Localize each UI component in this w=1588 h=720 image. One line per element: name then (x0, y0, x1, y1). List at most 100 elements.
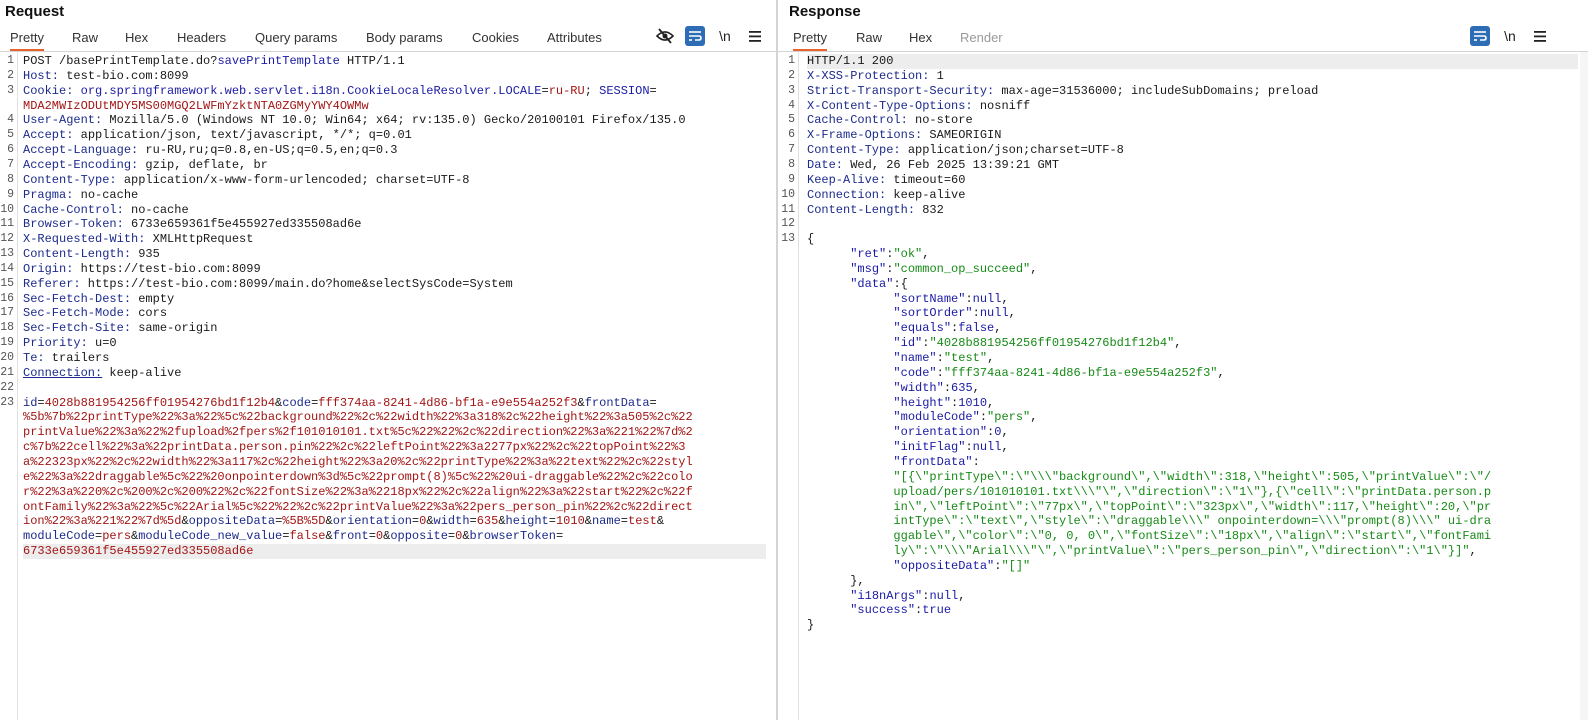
line-number: 18 (0, 321, 14, 335)
newline-toggle[interactable]: \n (1500, 26, 1520, 46)
tab-pretty[interactable]: Pretty (793, 27, 827, 51)
code-token: ly\":\"\\\"Arial\\\"\",\"printValue\":\"… (893, 544, 1470, 559)
tab-raw[interactable]: Raw (72, 27, 98, 49)
header-line-wrap: MDA2MWIzODUtMDY5MS00MGQ2LWFmYzktNTA0ZGMy… (23, 99, 766, 114)
code-token: , (1030, 410, 1038, 425)
header-line: Accept: application/json, text/javascrip… (23, 128, 766, 143)
code-token: cors (131, 306, 168, 321)
code-token: 635 (951, 380, 973, 395)
code-token: in\",\"leftPoint\":\"77px\",\"topPoint\"… (893, 499, 1492, 514)
line-number: 16 (0, 291, 14, 305)
code-token: }, (850, 573, 865, 588)
body-line: a%22323px%22%2c%22width%22%3a117%2c%22he… (23, 455, 766, 470)
header-line: Sec-Fetch-Mode: cors (23, 306, 766, 321)
tab-attributes[interactable]: Attributes (547, 27, 602, 49)
code-token: org.springframework.web.servlet.i18n.Coo… (80, 83, 542, 98)
code-token: & (325, 514, 333, 529)
code-token: , (987, 395, 995, 410)
json-line: ly\":\"\\\"Arial\\\"\",\"printValue\":\"… (807, 544, 1578, 559)
code-token: "4028b881954256ff01954276bd1f12b4" (929, 336, 1175, 351)
response-editor[interactable]: HTTP/1.1 200 1 X-XSS-Protection: 1 2 Strict-… (778, 52, 1588, 720)
code-token: : (979, 410, 988, 425)
code-token: Accept-Language: (23, 143, 139, 158)
code-token: "fff374aa-8241-4d86-bf1a-e9e554a252f3" (943, 365, 1218, 380)
code-token: "initFlag" (893, 440, 966, 455)
code-token: opposite (390, 529, 448, 544)
code-token: ru-RU (548, 83, 585, 98)
tab-hex[interactable]: Hex (909, 27, 932, 49)
tab-cookies[interactable]: Cookies (472, 27, 519, 49)
code-token: X-Frame-Options: (807, 128, 923, 143)
line-number: 4 (788, 98, 795, 112)
code-token: r%22%3a%220%2c%200%2c%200%22%2c%22fontSi… (23, 484, 693, 499)
header-line: Host: test-bio.com:8099 (23, 69, 766, 84)
vertical-scrollbar[interactable] (1580, 52, 1588, 720)
code-token: no-cache (123, 202, 189, 217)
code-token: , (1001, 425, 1009, 440)
code-token: X-XSS-Protection: (807, 68, 930, 83)
tab-query-params[interactable]: Query params (255, 27, 337, 49)
code-token: , (958, 588, 966, 603)
code-token: = (620, 514, 628, 529)
code-token: null (972, 291, 1002, 306)
code-token: "msg" (850, 261, 887, 276)
code-token: browserToken (469, 529, 556, 544)
code-token: Sec-Fetch-Dest: (23, 291, 132, 306)
code-token: intType\":\"text\",\"style\":\"draggable… (893, 514, 1492, 529)
request-editor[interactable]: POST /basePrintTemplate.do?savePrintTemp… (0, 52, 776, 720)
code-token: moduleCode_new_value (138, 529, 283, 544)
json-line: "frontData": (807, 455, 1578, 470)
tab-raw[interactable]: Raw (856, 27, 882, 49)
json-line: ggable\",\"color\":\"0, 0, 0\",\"fontSiz… (807, 529, 1578, 544)
json-line: } (807, 618, 1578, 633)
code-token: { (807, 232, 815, 247)
request-title: Request (5, 3, 65, 20)
code-token: "ret" (850, 247, 887, 262)
json-line: "moduleCode":"pers", (807, 410, 1578, 425)
response-tabs: Pretty Raw Hex Render (778, 27, 1588, 52)
header-line: Cache-Control: no-store (807, 113, 1578, 128)
hamburger-icon[interactable] (1530, 26, 1550, 46)
code-token: "code" (893, 365, 937, 380)
json-line: "code":"fff374aa-8241-4d86-bf1a-e9e554a2… (807, 366, 1578, 381)
code-token: "height" (893, 395, 952, 410)
code-token: X-Requested-With: (23, 232, 146, 247)
body-line: c%7b%22cell%22%3a%22printData.person.pin… (23, 440, 766, 455)
code-token: Cache-Control: (23, 202, 124, 217)
tab-body-params[interactable]: Body params (366, 27, 443, 49)
line-number: 13 (781, 232, 795, 246)
newline-toggle[interactable]: \n (715, 26, 735, 46)
request-pane: Request Pretty Raw Hex Headers Query par… (0, 0, 776, 720)
code-token: a%22323px%22%2c%22width%22%3a117%2c%22he… (23, 454, 693, 469)
wrap-lines-icon[interactable] (685, 26, 705, 46)
header-line: Origin: https://test-bio.com:8099 (23, 262, 766, 277)
code-token: , (1001, 291, 1009, 306)
code-token: ontFamily%22%3a%22%5c%22Arial%5c%22%22%2… (23, 499, 693, 514)
code-token: gzip, deflate, br (138, 157, 268, 172)
code-token: oppositeData (188, 514, 276, 529)
code-token: keep-alive (102, 365, 182, 380)
code-token: HTTP/1.1 200 (807, 54, 894, 68)
tab-render[interactable]: Render (960, 27, 1003, 49)
tab-pretty[interactable]: Pretty (10, 27, 44, 51)
wrap-lines-icon[interactable] (1470, 26, 1490, 46)
eye-slash-icon[interactable] (655, 26, 675, 46)
tab-hex[interactable]: Hex (125, 27, 148, 49)
json-line: "orientation":0, (807, 425, 1578, 440)
json-line: "initFlag":null, (807, 440, 1578, 455)
line-number: 12 (0, 232, 14, 246)
line-number: 9 (7, 187, 14, 201)
code-token: SAMEORIGIN (922, 128, 1002, 143)
code-token: = (548, 514, 556, 529)
tab-headers[interactable]: Headers (177, 27, 226, 49)
hamburger-icon[interactable] (745, 26, 765, 46)
line-number: 1 (788, 54, 795, 67)
